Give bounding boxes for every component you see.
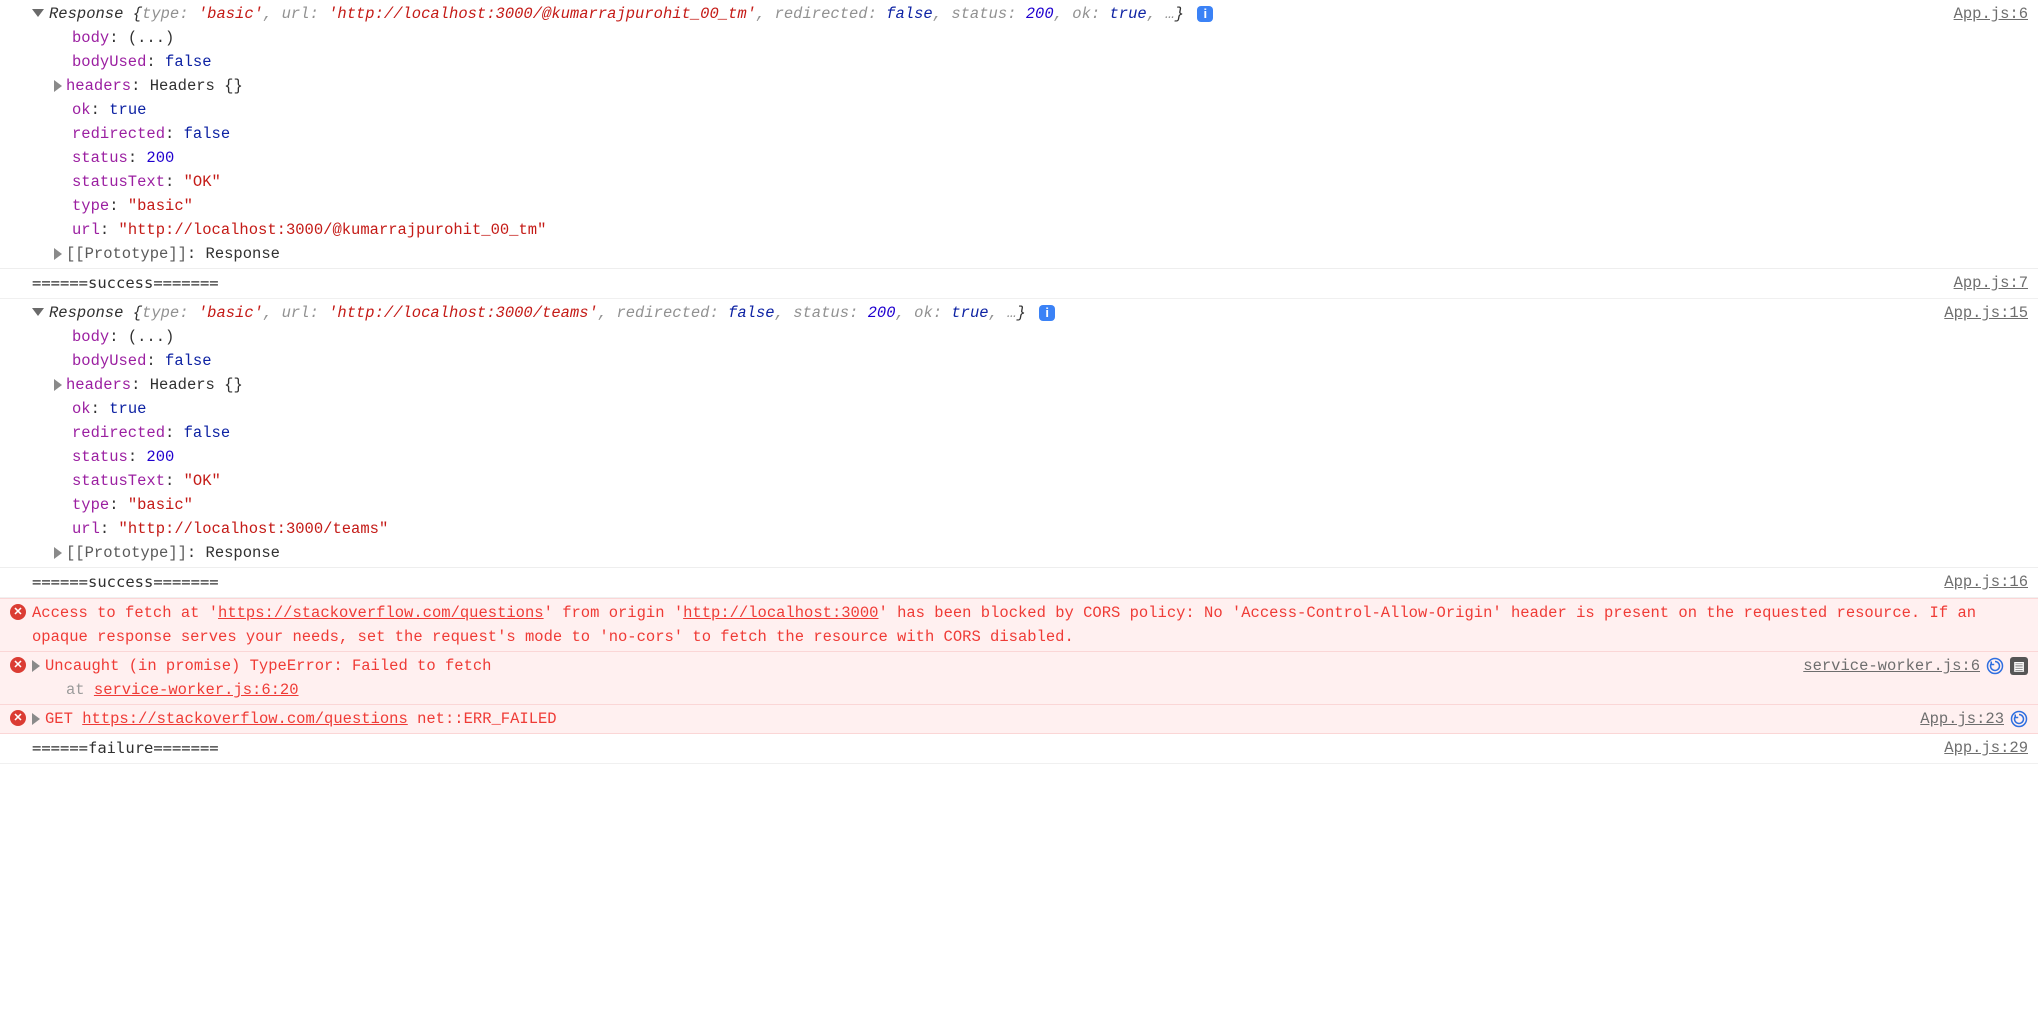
console-log-row: ======success======= App.js:16	[0, 568, 2038, 598]
source-link[interactable]: App.js:23	[1900, 707, 2028, 731]
error-url-link[interactable]: https://stackoverflow.com/questions	[218, 604, 544, 622]
error-url-link[interactable]: https://stackoverflow.com/questions	[82, 710, 408, 728]
object-property[interactable]: bodyUsed: false	[72, 349, 1924, 373]
object-property[interactable]: body: (...)	[72, 26, 1934, 50]
reload-icon[interactable]	[1986, 657, 2004, 675]
disclosure-triangle-icon[interactable]	[32, 9, 44, 17]
console-error-row: ✕ GET https://stackoverflow.com/questions…	[0, 705, 2038, 734]
object-property[interactable]: statusText: "OK"	[72, 170, 1934, 194]
console-object-row: Response {type: 'basic', url: 'http://lo…	[0, 0, 2038, 269]
disclosure-triangle-icon[interactable]	[54, 80, 62, 92]
object-property[interactable]: ok: true	[72, 98, 1934, 122]
object-summary[interactable]: Response {type: 'basic', url: 'http://lo…	[32, 5, 1213, 23]
error-icon: ✕	[10, 657, 26, 673]
object-property[interactable]: ok: true	[72, 397, 1924, 421]
disclosure-triangle-icon[interactable]	[32, 308, 44, 316]
source-link[interactable]: App.js:29	[1924, 736, 2028, 760]
console-error-row: ✕ Uncaught (in promise) TypeError: Failed…	[0, 652, 2038, 705]
log-text: ======success=======	[32, 573, 219, 591]
object-property[interactable]: type: "basic"	[72, 493, 1924, 517]
object-property[interactable]: status: 200	[72, 445, 1924, 469]
object-property[interactable]: headers: Headers {}	[72, 74, 1934, 98]
object-property[interactable]: url: "http://localhost:3000/teams"	[72, 517, 1924, 541]
error-message: Uncaught (in promise) TypeError: Failed …	[32, 657, 491, 675]
stack-frame-link[interactable]: service-worker.js:6:20	[94, 681, 299, 699]
object-property[interactable]: bodyUsed: false	[72, 50, 1934, 74]
stack-frame: at service-worker.js:6:20	[32, 678, 1783, 702]
log-text: ======failure=======	[32, 739, 219, 757]
error-icon: ✕	[10, 604, 26, 620]
disclosure-triangle-icon[interactable]	[54, 379, 62, 391]
source-link[interactable]: App.js:16	[1924, 570, 2028, 594]
object-property[interactable]: type: "basic"	[72, 194, 1934, 218]
object-property[interactable]: statusText: "OK"	[72, 469, 1924, 493]
object-property[interactable]: [[Prototype]]: Response	[72, 242, 1934, 266]
disclosure-triangle-icon[interactable]	[54, 248, 62, 260]
console-log-row: ======failure======= App.js:29	[0, 734, 2038, 764]
object-property[interactable]: body: (...)	[72, 325, 1924, 349]
source-link[interactable]: App.js:7	[1934, 271, 2028, 295]
console-log-row: ======success======= App.js:7	[0, 269, 2038, 299]
object-summary[interactable]: Response {type: 'basic', url: 'http://lo…	[32, 304, 1055, 322]
info-icon[interactable]: i	[1039, 305, 1055, 321]
object-property[interactable]: [[Prototype]]: Response	[72, 541, 1924, 565]
reload-icon[interactable]	[2010, 710, 2028, 728]
info-icon[interactable]: i	[1197, 6, 1213, 22]
console-object-row: Response {type: 'basic', url: 'http://lo…	[0, 299, 2038, 568]
object-property[interactable]: status: 200	[72, 146, 1934, 170]
object-properties: body: (...)bodyUsed: falseheaders: Heade…	[32, 325, 1924, 565]
error-icon: ✕	[10, 710, 26, 726]
issue-icon[interactable]: ▤	[2010, 657, 2028, 675]
source-link[interactable]: service-worker.js:6▤	[1783, 654, 2028, 678]
object-property[interactable]: redirected: false	[72, 421, 1924, 445]
object-property[interactable]: redirected: false	[72, 122, 1934, 146]
source-link[interactable]: App.js:6	[1934, 2, 2028, 26]
console-error-row: ✕ Access to fetch at 'https://stackoverfl…	[0, 598, 2038, 652]
error-message: GET https://stackoverflow.com/questions …	[32, 710, 557, 728]
source-link[interactable]: App.js:15	[1924, 301, 2028, 325]
error-url-link[interactable]: http://localhost:3000	[683, 604, 878, 622]
error-message: Access to fetch at 'https://stackoverflo…	[32, 604, 1976, 646]
object-properties: body: (...)bodyUsed: falseheaders: Heade…	[32, 26, 1934, 266]
disclosure-triangle-icon[interactable]	[32, 713, 40, 725]
object-property[interactable]: url: "http://localhost:3000/@kumarrajpur…	[72, 218, 1934, 242]
disclosure-triangle-icon[interactable]	[32, 660, 40, 672]
object-property[interactable]: headers: Headers {}	[72, 373, 1924, 397]
log-text: ======success=======	[32, 274, 219, 292]
disclosure-triangle-icon[interactable]	[54, 547, 62, 559]
